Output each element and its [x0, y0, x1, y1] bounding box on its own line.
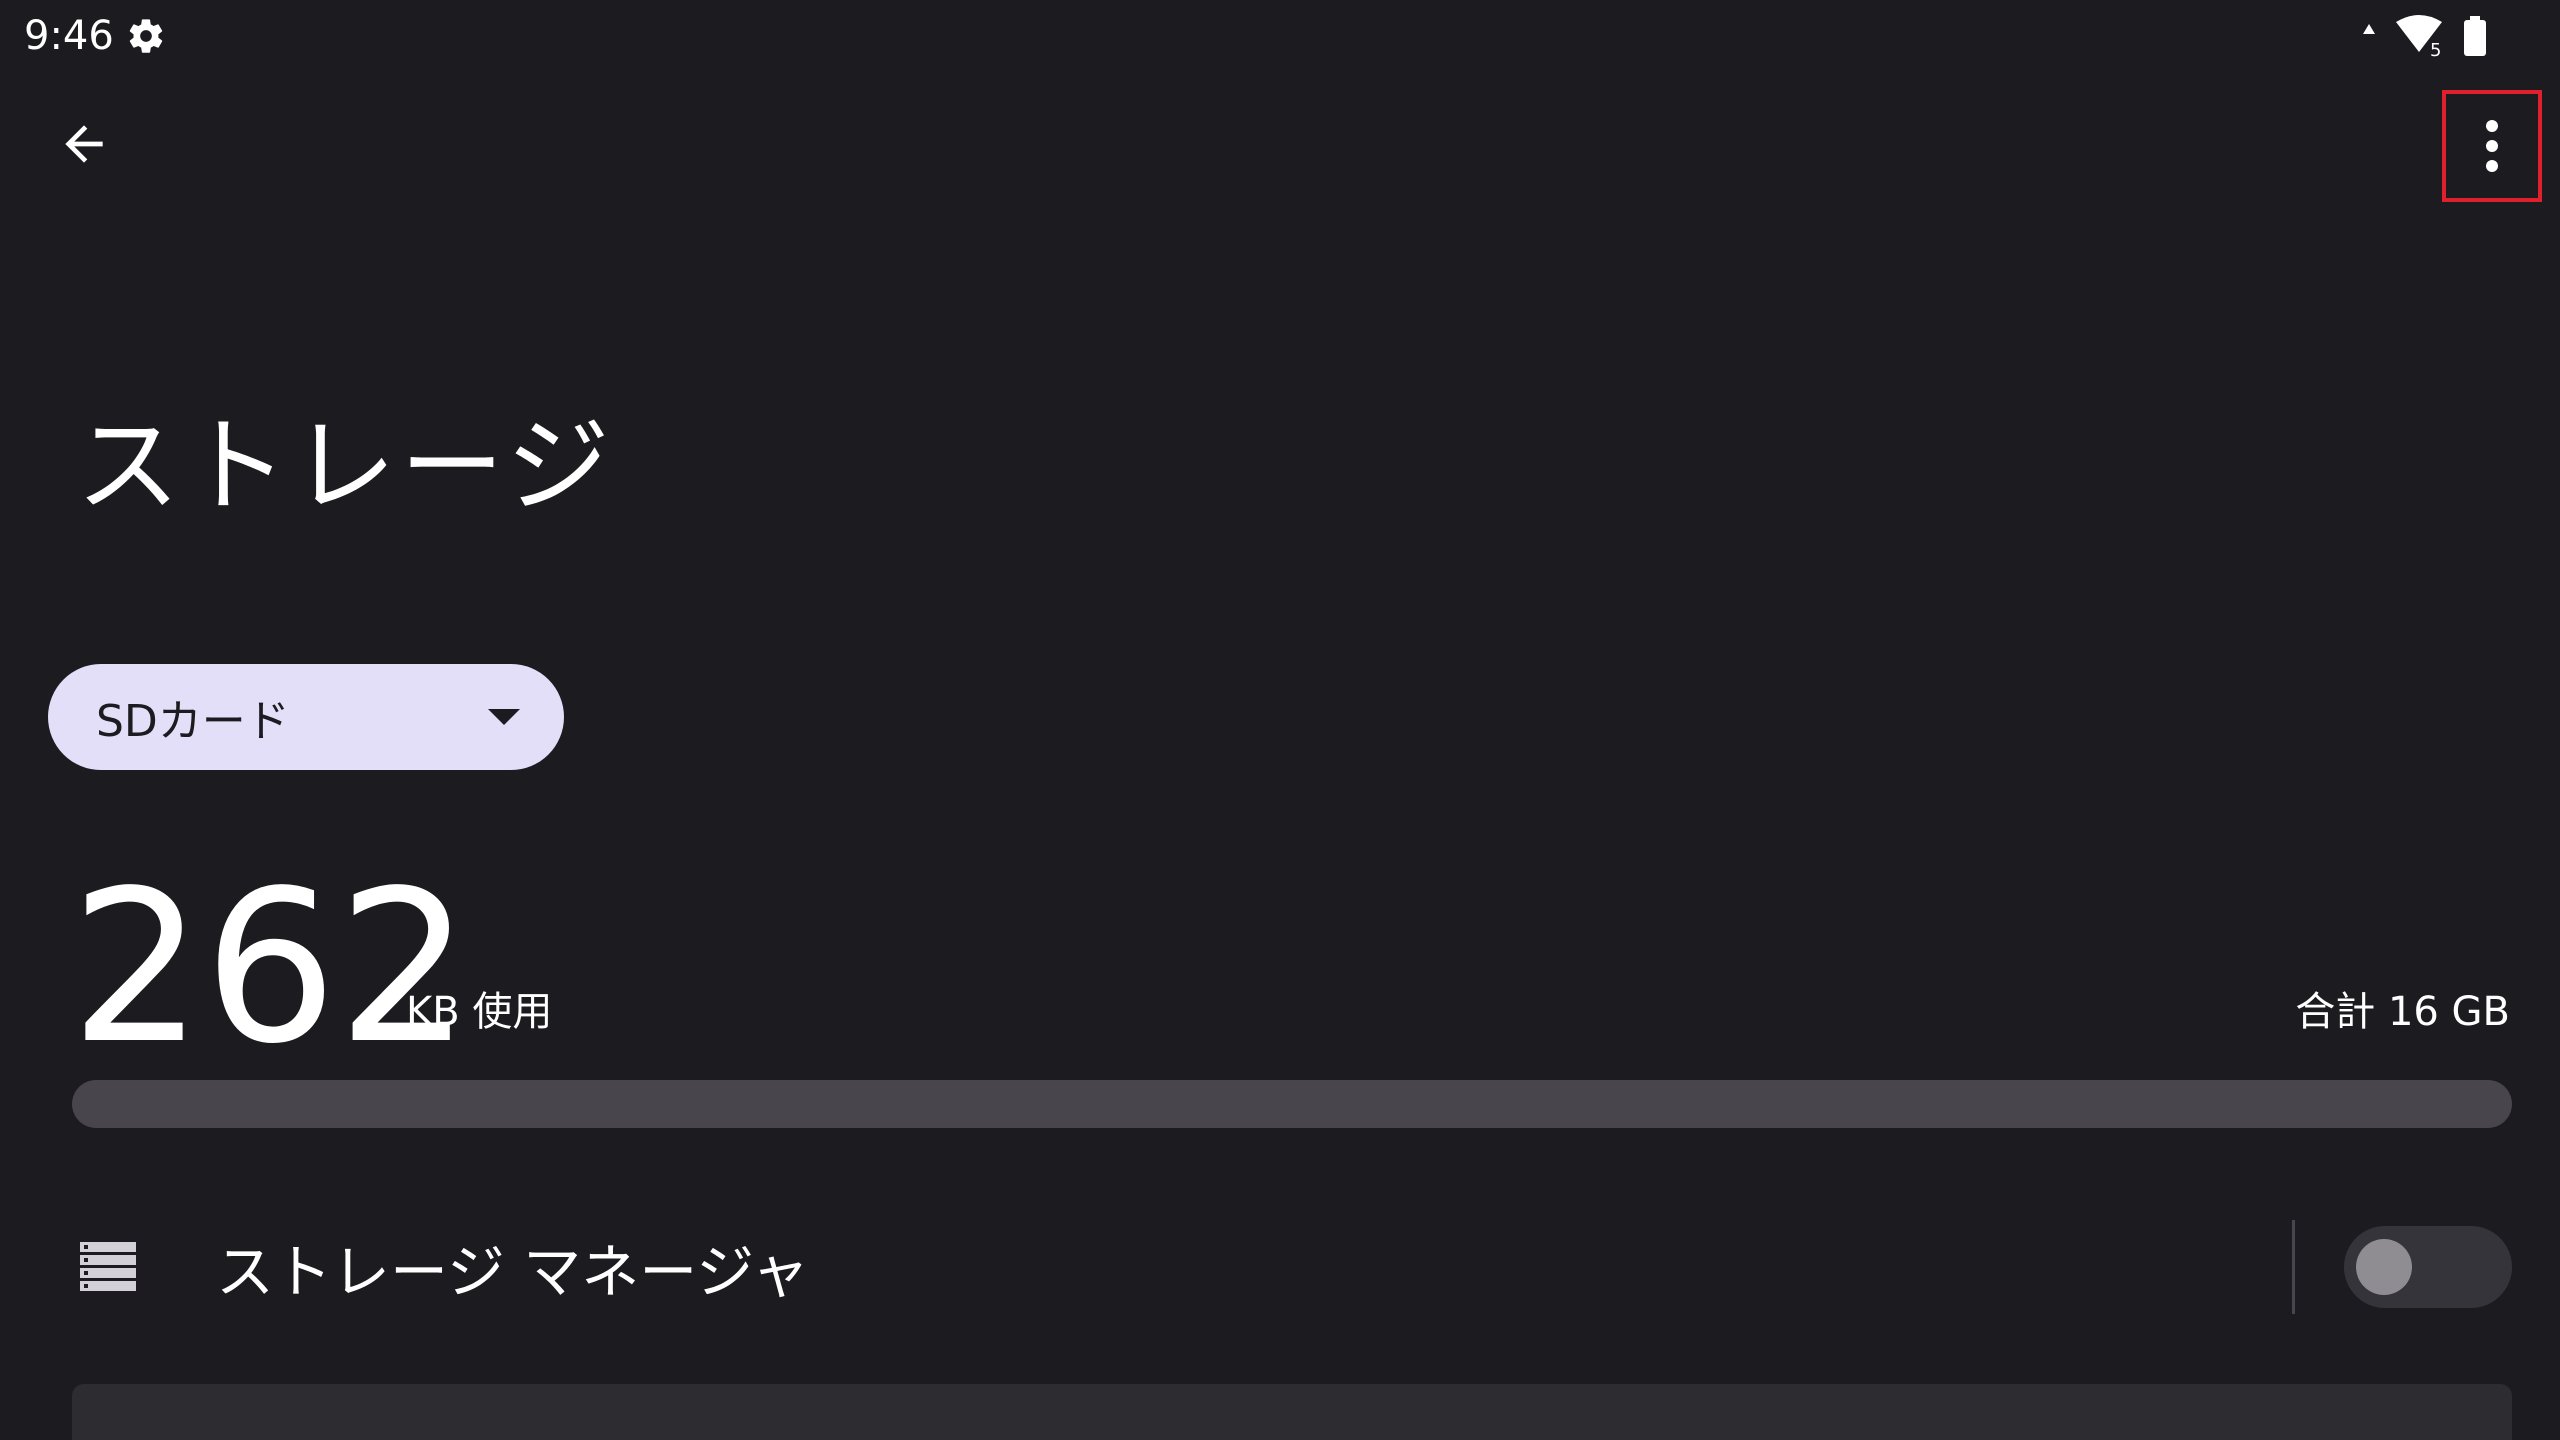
- status-icons: 5: [2362, 14, 2488, 58]
- used-amount: 262: [70, 845, 471, 1090]
- storage-manager-label: ストレージ マネージャ: [216, 1238, 810, 1306]
- more-vert-icon: [2486, 120, 2498, 172]
- storage-manager-toggle[interactable]: [2344, 1226, 2512, 1308]
- battery-icon: [2464, 16, 2486, 56]
- row-divider: [2292, 1220, 2295, 1314]
- storage-manager-row[interactable]: ストレージ マネージャ: [0, 1196, 2560, 1346]
- more-options-button[interactable]: [2442, 90, 2542, 202]
- storage-stack-icon: [80, 1242, 136, 1291]
- next-list-card[interactable]: [72, 1384, 2512, 1440]
- settings-gear-icon: [129, 19, 163, 53]
- back-button[interactable]: [40, 100, 128, 188]
- total-capacity-label: 合計 16 GB: [2295, 989, 2510, 1035]
- arrow-back-icon: [65, 125, 103, 163]
- network-badge: 5: [2430, 40, 2441, 58]
- data-arrows-icon: [2363, 24, 2375, 34]
- usage-progress-bar: [72, 1080, 2512, 1128]
- status-time: 9:46: [24, 13, 114, 59]
- wifi-icon: 5: [2396, 15, 2442, 58]
- volume-selected-label: SDカード: [96, 696, 290, 747]
- volume-dropdown[interactable]: SDカード: [48, 664, 564, 770]
- used-unit-label: KB 使用: [406, 989, 553, 1035]
- dropdown-arrow-icon: [488, 709, 520, 725]
- page-title: ストレージ: [76, 405, 614, 527]
- toggle-thumb: [2356, 1239, 2412, 1295]
